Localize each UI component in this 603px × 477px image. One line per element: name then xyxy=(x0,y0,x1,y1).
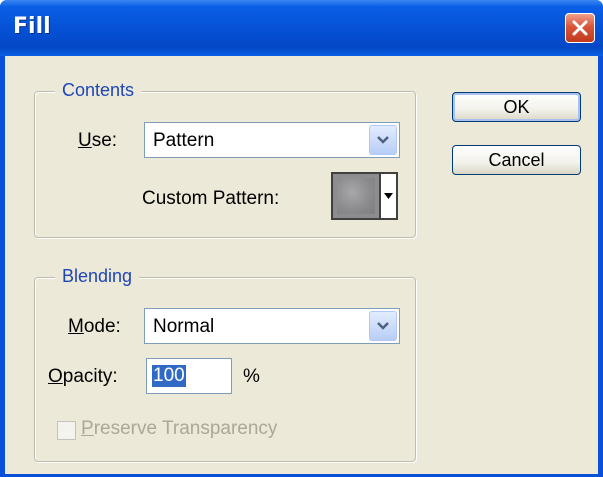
contents-group: Contents Use: Pattern Custom Pattern: xyxy=(34,80,416,238)
opacity-field[interactable]: 100 xyxy=(146,358,232,394)
use-label: Use: xyxy=(78,130,118,151)
pattern-preview xyxy=(337,178,375,214)
close-icon xyxy=(572,20,588,36)
title-bar[interactable]: Fill xyxy=(0,0,603,56)
preserve-transparency-label: Preserve Transparency xyxy=(81,418,278,439)
opacity-label: Opacity: xyxy=(48,366,118,387)
blending-group: Blending Mode: Normal Opacity: 100 % Pre… xyxy=(34,266,416,462)
mode-dropdown-arrow[interactable] xyxy=(369,311,397,341)
pattern-swatch-button[interactable] xyxy=(331,172,381,220)
contents-legend: Contents xyxy=(55,80,142,101)
use-dropdown[interactable]: Pattern xyxy=(144,122,400,158)
ok-button[interactable]: OK xyxy=(452,92,581,122)
custom-pattern-label: Custom Pattern: xyxy=(142,188,280,209)
fill-dialog: Fill Contents Use: Pattern Custom Patter… xyxy=(0,0,603,477)
chevron-down-icon xyxy=(377,136,389,144)
window-title: Fill xyxy=(13,14,51,39)
opacity-value: 100 xyxy=(152,365,186,387)
use-dropdown-value: Pattern xyxy=(153,130,215,151)
use-dropdown-arrow[interactable] xyxy=(369,125,397,155)
close-button[interactable] xyxy=(565,13,595,43)
preserve-transparency-checkbox[interactable] xyxy=(57,421,76,440)
mode-label: Mode: xyxy=(68,316,121,337)
chevron-down-icon xyxy=(377,322,389,330)
blending-legend: Blending xyxy=(55,266,140,287)
mode-dropdown[interactable]: Normal xyxy=(144,308,400,344)
mode-dropdown-value: Normal xyxy=(153,316,215,337)
pattern-picker-arrow[interactable] xyxy=(381,172,398,220)
opacity-unit: % xyxy=(243,366,260,387)
caret-down-icon xyxy=(384,193,393,199)
dialog-body: Contents Use: Pattern Custom Pattern: Bl… xyxy=(5,56,598,474)
cancel-button[interactable]: Cancel xyxy=(452,145,581,175)
